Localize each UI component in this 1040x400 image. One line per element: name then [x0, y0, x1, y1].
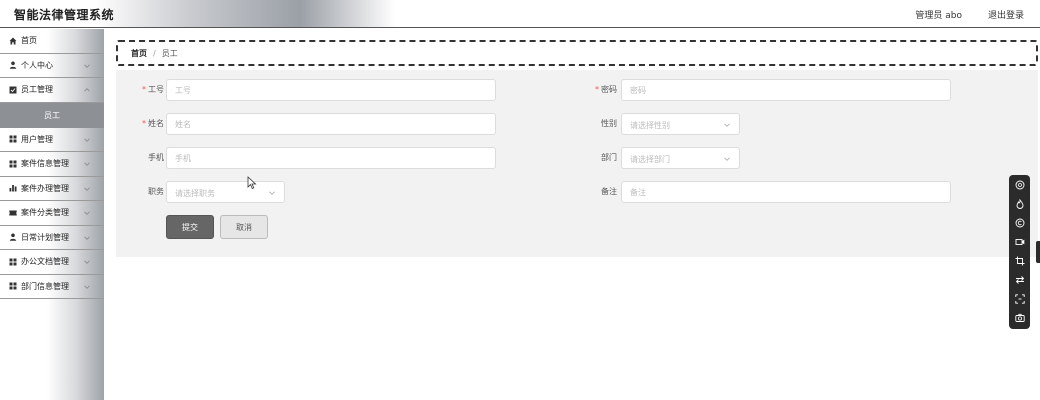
sidebar-item-label: 员工管理: [21, 85, 53, 95]
search-icon[interactable]: [1013, 178, 1026, 191]
employee-id-label: * 工号: [142, 85, 164, 94]
copyright-icon[interactable]: [1013, 216, 1026, 229]
name-label: * 姓名: [142, 119, 164, 128]
crop-icon[interactable]: [1013, 254, 1026, 267]
chevron-down-icon: [724, 123, 730, 127]
sidebar-item-case-handling-management[interactable]: 案件办理管理: [0, 177, 104, 201]
password-input[interactable]: [621, 79, 951, 101]
video-icon[interactable]: [1013, 235, 1026, 248]
chevron-down-icon: [84, 211, 90, 215]
logout-link[interactable]: 退出登录: [988, 8, 1024, 21]
chevron-down-icon: [84, 187, 90, 191]
person-icon: [8, 61, 17, 70]
admin-info: 管理员 abo: [915, 11, 962, 21]
sidebar-item-home[interactable]: 首页: [0, 29, 104, 54]
side-panel-tab[interactable]: [1036, 241, 1040, 263]
top-header: 智能法律管理系统 管理员 abo 退出登录: [0, 0, 1040, 28]
sidebar-item-office-doc-management[interactable]: 办公文档管理: [0, 250, 104, 275]
department-select[interactable]: 请选择部门: [621, 147, 740, 169]
sidebar-item-label: 用户管理: [21, 134, 53, 144]
chevron-down-icon: [269, 191, 275, 195]
cancel-button[interactable]: 取消: [220, 215, 268, 239]
gender-label: 性别: [601, 119, 617, 128]
breadcrumb-separator: /: [153, 48, 156, 58]
app-title: 智能法律管理系统: [14, 8, 115, 22]
person-icon: [8, 233, 17, 242]
phone-label: 手机: [148, 153, 164, 162]
remark-label: 备注: [601, 187, 617, 196]
swap-icon[interactable]: [1013, 273, 1026, 286]
sidebar-item-label: 日常计划管理: [21, 232, 69, 242]
required-mark: *: [595, 85, 599, 94]
chevron-down-icon: [84, 285, 90, 289]
sidebar-item-label: 案件办理管理: [21, 183, 69, 193]
position-select[interactable]: 请选择职务: [166, 181, 285, 203]
home-icon: [8, 36, 17, 45]
sidebar-item-employee-management[interactable]: 员工管理: [0, 78, 104, 103]
sidebar-item-personal-center[interactable]: 个人中心: [0, 54, 104, 78]
chevron-up-icon: [84, 88, 90, 92]
sidebar-item-department-info-management[interactable]: 部门信息管理: [0, 275, 104, 299]
checkbox-icon: [8, 85, 17, 94]
position-select-placeholder: 请选择职务: [175, 189, 215, 198]
floating-toolbar: [1009, 175, 1030, 329]
breadcrumb-current: 员工: [161, 48, 178, 58]
chevron-down-icon: [84, 236, 90, 240]
sidebar-subitem-employee[interactable]: 员工: [0, 102, 104, 128]
camera-icon[interactable]: [1013, 311, 1026, 324]
gender-select-placeholder: 请选择性别: [630, 121, 670, 130]
chevron-down-icon: [84, 138, 90, 142]
password-label: * 密码: [595, 85, 617, 94]
chevron-down-icon: [724, 157, 730, 161]
bar-chart-icon: [8, 184, 17, 193]
breadcrumb: 首页 / 员工: [116, 40, 1038, 66]
employee-form: *工号 *密码 *姓名 性别 请选择性别 手机 部门 请选择部门 职务 请选择职…: [116, 70, 1038, 257]
grid-icon: [8, 159, 17, 168]
grid-icon: [8, 282, 17, 291]
grid-icon: [8, 257, 17, 266]
remark-input[interactable]: [621, 181, 951, 203]
sidebar: 首页 个人中心 员工管理 员工 用户管理 案件信息管理 案件办理管理 案件分类管…: [0, 29, 104, 400]
sidebar-item-label: 部门信息管理: [21, 281, 69, 291]
employee-id-input[interactable]: [166, 79, 496, 101]
gender-select[interactable]: 请选择性别: [621, 113, 740, 135]
breadcrumb-home-link[interactable]: 首页: [131, 48, 147, 59]
submit-button[interactable]: 提交: [166, 215, 214, 239]
mouse-cursor-icon: [247, 176, 257, 190]
flame-icon[interactable]: [1013, 197, 1026, 210]
chevron-down-icon: [84, 64, 90, 68]
scan-icon[interactable]: [1013, 292, 1026, 305]
sidebar-item-user-management[interactable]: 用户管理: [0, 128, 104, 152]
department-select-placeholder: 请选择部门: [630, 155, 670, 164]
sidebar-item-label: 办公文档管理: [21, 257, 69, 267]
phone-input[interactable]: [166, 147, 496, 169]
ticket-icon: [8, 208, 17, 217]
department-label: 部门: [601, 153, 617, 162]
required-mark: *: [142, 85, 146, 94]
chevron-down-icon: [84, 162, 90, 166]
grid-icon: [8, 135, 17, 144]
name-input[interactable]: [166, 113, 496, 135]
position-label: 职务: [148, 187, 164, 196]
sidebar-item-label: 案件信息管理: [21, 159, 69, 169]
chevron-down-icon: [84, 260, 90, 264]
sidebar-item-case-info-management[interactable]: 案件信息管理: [0, 152, 104, 177]
sidebar-item-label: 个人中心: [21, 60, 53, 70]
sidebar-item-case-category-management[interactable]: 案件分类管理: [0, 201, 104, 226]
sidebar-item-daily-plan-management[interactable]: 日常计划管理: [0, 226, 104, 250]
sidebar-item-label: 案件分类管理: [21, 208, 69, 218]
required-mark: *: [142, 119, 146, 128]
sidebar-item-label: 首页: [21, 36, 37, 46]
